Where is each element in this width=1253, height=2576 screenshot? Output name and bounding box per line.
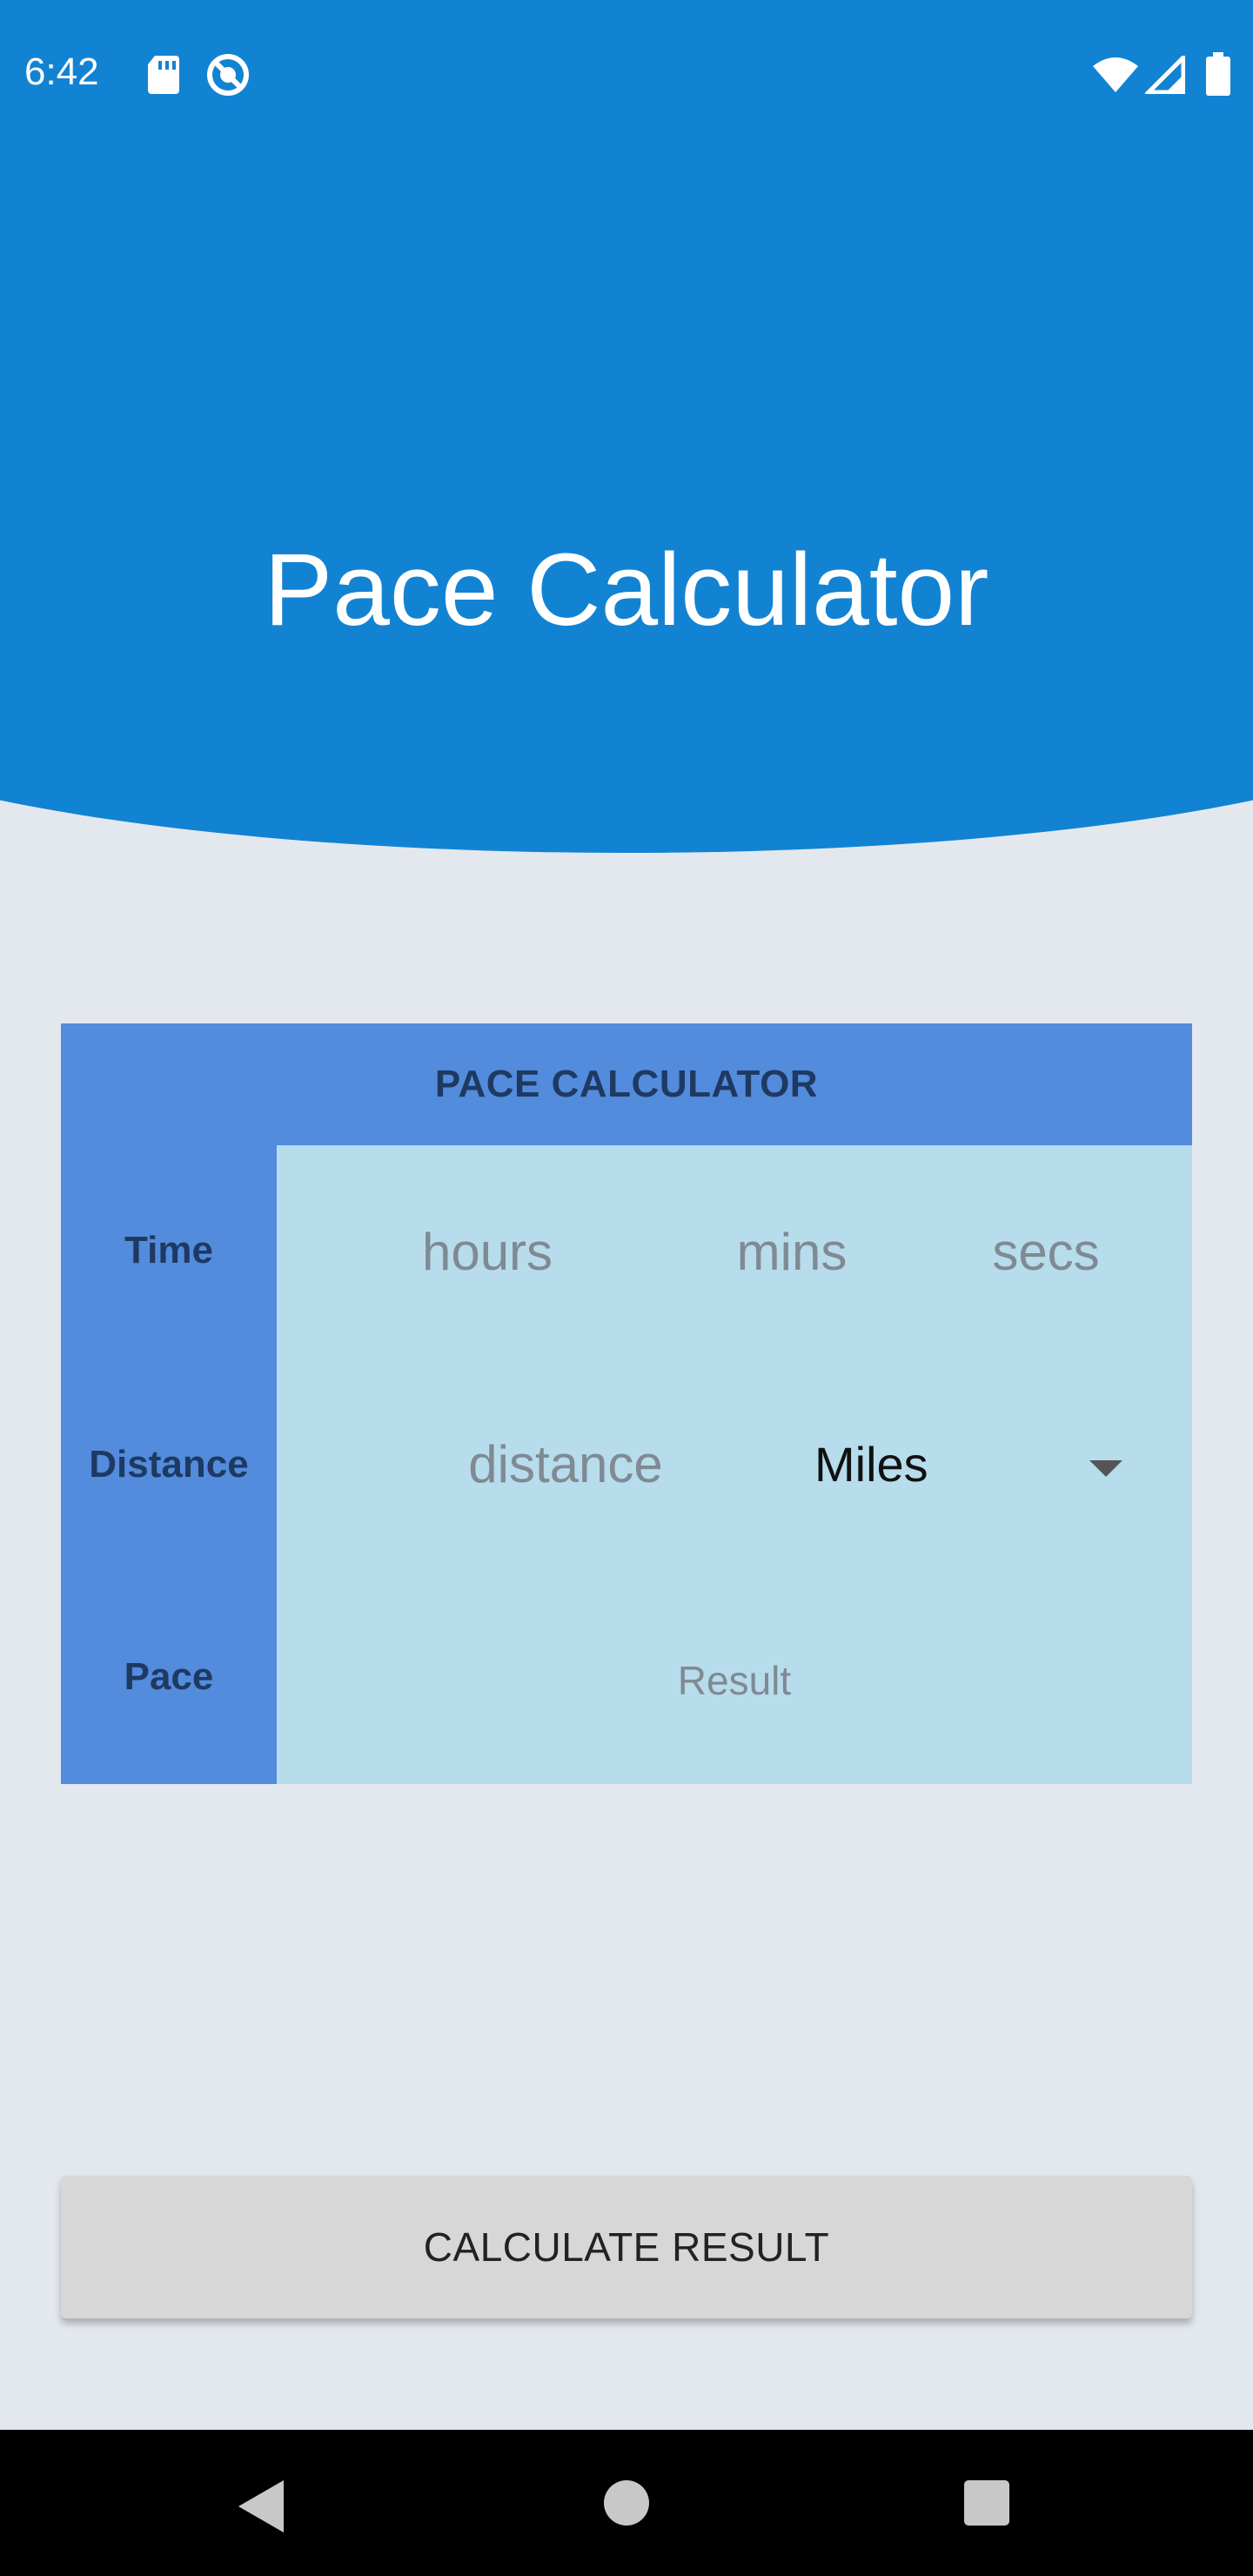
chevron-down-icon (1089, 1460, 1122, 1477)
wifi-icon (1091, 56, 1140, 98)
calculate-result-button[interactable]: CALCULATE RESULT (61, 2176, 1192, 2318)
sd-card-icon (146, 54, 181, 100)
time-label: Time (124, 1229, 213, 1271)
pace-calculator-screen: 6:42 Pace Calculator PACE CALCULATOR Tim… (0, 0, 1253, 2576)
recents-icon[interactable] (964, 2480, 1009, 2526)
do-not-disturb-icon (205, 52, 251, 102)
signal-icon (1142, 51, 1186, 98)
home-icon[interactable] (604, 2480, 649, 2526)
secs-input[interactable]: secs (907, 1222, 1185, 1282)
unit-select-value: Miles (814, 1437, 928, 1492)
pace-result: Result (677, 1658, 792, 1703)
pace-label: Pace (124, 1655, 214, 1698)
status-time: 6:42 (24, 50, 99, 93)
battery-icon (1206, 52, 1230, 100)
page-title: Pace Calculator (264, 533, 989, 647)
status-bar: 6:42 (0, 0, 1253, 148)
pace-calculator-card: PACE CALCULATOR Time Distance Pace hours… (61, 1023, 1192, 1784)
unit-select[interactable]: Miles (748, 1406, 1183, 1528)
card-title: PACE CALCULATOR (61, 1023, 1192, 1145)
distance-label: Distance (89, 1443, 249, 1486)
back-icon[interactable] (238, 2480, 284, 2532)
distance-input[interactable]: distance (392, 1434, 740, 1494)
